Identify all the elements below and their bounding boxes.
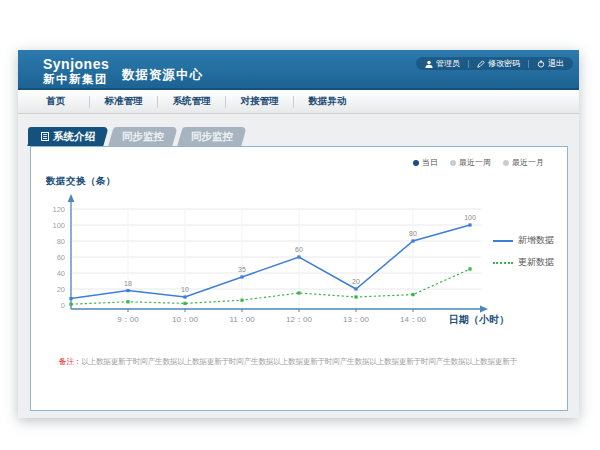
- logout-label: 退出: [548, 58, 564, 69]
- svg-text:0: 0: [61, 301, 65, 310]
- svg-text:20: 20: [57, 285, 65, 294]
- svg-text:35: 35: [238, 266, 246, 273]
- svg-text:80: 80: [57, 237, 65, 246]
- svg-text:40: 40: [57, 269, 65, 278]
- footer-note: 备注：以上数据更新于时间产生数据以上数据更新于时间产生数据以上数据更新于时间产生…: [59, 357, 517, 367]
- svg-text:10：00: 10：00: [172, 315, 198, 324]
- page-title: 数据资源中心: [122, 67, 203, 84]
- user-icon: [425, 60, 433, 68]
- user-toolbar: 管理员 修改密码 退出: [416, 57, 573, 70]
- logout-button[interactable]: 退出: [537, 58, 564, 69]
- svg-text:120: 120: [52, 205, 65, 214]
- svg-text:9：00: 9：00: [117, 315, 139, 324]
- divider: [528, 60, 529, 68]
- radio-icon: [450, 160, 456, 166]
- note-prefix: 备注：: [59, 357, 81, 366]
- svg-text:13：00: 13：00: [343, 315, 369, 324]
- logo-text: Synjones: [43, 56, 109, 73]
- radio-last-week[interactable]: 最近一周: [450, 157, 491, 168]
- svg-text:60: 60: [295, 246, 303, 253]
- legend-item-new-data[interactable]: 新增数据: [493, 234, 554, 247]
- svg-text:10: 10: [181, 286, 189, 293]
- line-chart: 0 20 40 60 80 100 120 9：00 10：00 11：00 12：00 13：00 1…: [31, 191, 569, 341]
- svg-text:60: 60: [57, 253, 65, 262]
- legend-line-green: [493, 262, 513, 264]
- nav-item-data-change[interactable]: 数据异动: [294, 95, 361, 108]
- change-password-label: 修改密码: [488, 58, 520, 69]
- nav-item-system[interactable]: 系统管理: [158, 95, 225, 108]
- main-nav: 首页 标准管理 系统管理 对接管理 数据异动: [18, 90, 579, 114]
- svg-text:12：00: 12：00: [286, 315, 312, 324]
- note-text: 以上数据更新于时间产生数据以上数据更新于时间产生数据以上数据更新于时间产生数据以…: [81, 357, 517, 366]
- nav-item-interface[interactable]: 对接管理: [226, 95, 293, 108]
- radio-label: 最近一周: [459, 157, 491, 168]
- app-window: Synjones 新中新集团 数据资源中心 管理员 修改密码 退出 首页 标准管…: [18, 50, 579, 418]
- tab-sync-monitor-2[interactable]: 同步监控: [180, 127, 244, 146]
- radio-icon: [503, 160, 509, 166]
- svg-text:100: 100: [52, 221, 65, 230]
- document-icon: [41, 132, 49, 141]
- logo-subtext: 新中新集团: [43, 73, 109, 87]
- logo: Synjones 新中新集团: [43, 56, 109, 87]
- tab-label: 同步监控: [191, 127, 233, 146]
- power-icon: [537, 60, 545, 68]
- header: Synjones 新中新集团 数据资源中心 管理员 修改密码 退出: [18, 50, 579, 90]
- tab-sync-monitor-1[interactable]: 同步监控: [111, 127, 175, 146]
- time-range-filter: 当日 最近一周 最近一月: [413, 157, 544, 168]
- legend-label: 新增数据: [518, 234, 554, 247]
- user-menu[interactable]: 管理员: [425, 58, 460, 69]
- legend-label: 更新数据: [518, 256, 554, 269]
- svg-text:18: 18: [124, 280, 132, 287]
- svg-text:20: 20: [352, 278, 360, 285]
- svg-text:11：00: 11：00: [229, 315, 255, 324]
- nav-item-standard[interactable]: 标准管理: [90, 95, 157, 108]
- user-label: 管理员: [436, 58, 460, 69]
- nav-item-home[interactable]: 首页: [22, 95, 89, 108]
- tab-label: 系统介绍: [53, 127, 95, 146]
- svg-text:14：00: 14：00: [400, 315, 426, 324]
- tab-bar: 系统介绍 同步监控 同步监控: [30, 127, 249, 146]
- svg-text:80: 80: [409, 230, 417, 237]
- svg-text:100: 100: [464, 214, 476, 221]
- chart-legend: 新增数据 更新数据: [493, 234, 554, 278]
- legend-line-blue: [493, 240, 513, 242]
- change-password-button[interactable]: 修改密码: [477, 58, 520, 69]
- radio-label: 当日: [422, 157, 438, 168]
- radio-last-month[interactable]: 最近一月: [503, 157, 544, 168]
- tab-panel: 当日 最近一周 最近一月 数据交换（条） 0 20 40 60 80 100 120 9：00…: [30, 146, 568, 411]
- tab-system-intro[interactable]: 系统介绍: [30, 127, 106, 146]
- chart-y-title: 数据交换（条）: [46, 175, 116, 188]
- radio-label: 最近一月: [512, 157, 544, 168]
- radio-selected-icon: [413, 160, 419, 166]
- radio-today[interactable]: 当日: [413, 157, 438, 168]
- tab-label: 同步监控: [122, 127, 164, 146]
- svg-text:日期（小时）: 日期（小时）: [449, 314, 509, 325]
- legend-item-updated-data[interactable]: 更新数据: [493, 256, 554, 269]
- divider: [468, 60, 469, 68]
- edit-icon: [477, 60, 485, 68]
